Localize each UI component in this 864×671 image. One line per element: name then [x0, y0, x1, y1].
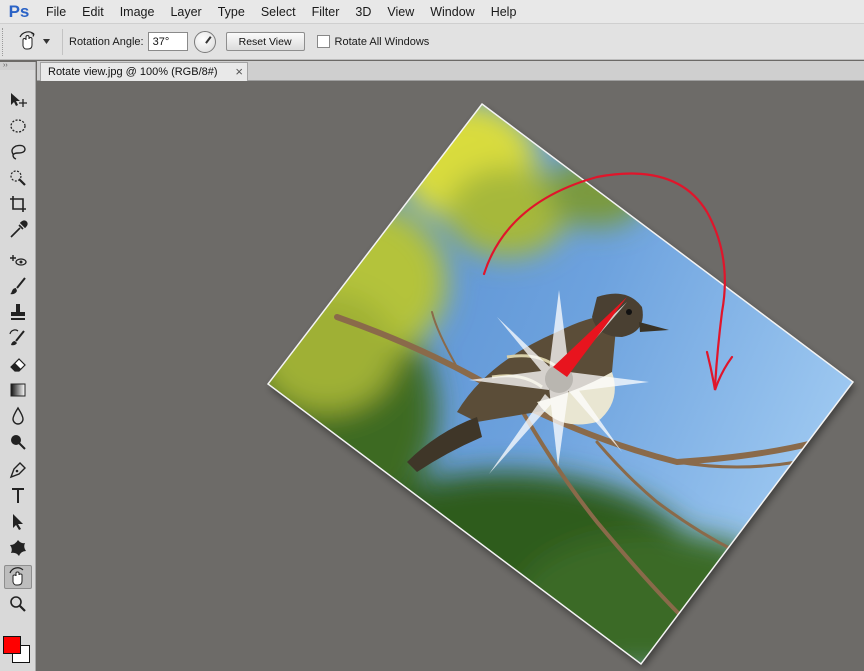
options-separator: [62, 28, 63, 55]
stamp-icon: [11, 304, 25, 320]
eraser-icon: [10, 358, 26, 372]
brush-tool[interactable]: [4, 274, 32, 298]
eraser-tool[interactable]: [4, 352, 32, 376]
rotate-view-icon: [9, 567, 24, 586]
history-brush-icon: [9, 329, 25, 346]
menu-type[interactable]: Type: [210, 0, 253, 24]
menu-3d[interactable]: 3D: [347, 0, 379, 24]
document-tab[interactable]: Rotate view.jpg @ 100% (RGB/8#) ×: [40, 62, 248, 81]
blur-icon: [12, 406, 24, 425]
toolbox-collapse-handle[interactable]: ››: [0, 62, 35, 70]
options-bar: Rotation Angle: Reset View Rotate All Wi…: [0, 24, 864, 60]
photoshop-logo: Ps: [8, 1, 30, 21]
crop-icon: [10, 196, 26, 212]
eyedropper-icon: [10, 220, 28, 238]
chevron-down-icon: [42, 38, 50, 44]
tool-preset-picker[interactable]: [10, 28, 56, 56]
photo-content: [268, 104, 853, 664]
dodge-icon: [11, 435, 26, 450]
dodge-tool[interactable]: [4, 430, 32, 454]
rotation-angle-input[interactable]: [147, 32, 188, 51]
healing-icon: [10, 255, 27, 266]
type-icon: [12, 488, 24, 503]
menu-select[interactable]: Select: [253, 0, 304, 24]
move-tool[interactable]: [4, 88, 32, 112]
lasso-icon: [11, 144, 26, 160]
shape-tool[interactable]: [4, 536, 32, 560]
type-tool[interactable]: [4, 484, 32, 508]
document-tab-strip: Rotate view.jpg @ 100% (RGB/8#) ×: [37, 61, 864, 81]
gradient-tool[interactable]: [4, 378, 32, 402]
eyedropper-tool[interactable]: [4, 218, 32, 242]
move-icon: [11, 93, 27, 107]
options-bar-grip[interactable]: [2, 27, 10, 56]
zoom-tool[interactable]: [4, 592, 32, 616]
menu-view[interactable]: View: [379, 0, 422, 24]
foreground-color-swatch[interactable]: [3, 636, 21, 654]
rotate-all-windows-label: Rotate All Windows: [334, 35, 430, 48]
menu-image[interactable]: Image: [112, 0, 163, 24]
blur-tool[interactable]: [4, 404, 32, 428]
rotate-view-icon: [18, 30, 35, 49]
brush-icon: [10, 277, 26, 295]
stamp-tool[interactable]: [4, 300, 32, 324]
marquee-tool[interactable]: [4, 114, 32, 138]
rotation-angle-label: Rotation Angle:: [69, 35, 144, 48]
marquee-icon: [10, 119, 26, 133]
menu-filter[interactable]: Filter: [304, 0, 348, 24]
path-select-icon: [13, 514, 23, 530]
menu-window[interactable]: Window: [422, 0, 482, 24]
zoom-icon: [10, 596, 26, 612]
quick-select-tool[interactable]: [4, 166, 32, 190]
menu-layer[interactable]: Layer: [162, 0, 209, 24]
rotated-photo[interactable]: [37, 82, 864, 671]
pen-tool[interactable]: [4, 458, 32, 482]
dial-needle: [204, 35, 211, 43]
menu-help[interactable]: Help: [483, 0, 525, 24]
rotation-angle-dial[interactable]: [193, 30, 216, 53]
rotate-all-windows-checkbox[interactable]: [316, 35, 330, 48]
close-icon[interactable]: ×: [235, 64, 243, 79]
history-brush-tool[interactable]: [4, 326, 32, 350]
menu-bar: Ps File Edit Image Layer Type Select Fil…: [0, 0, 864, 24]
reset-view-button[interactable]: Reset View: [225, 32, 305, 51]
menu-edit[interactable]: Edit: [74, 0, 112, 24]
path-select-tool[interactable]: [4, 510, 32, 534]
menu-file[interactable]: File: [38, 0, 74, 24]
gradient-icon: [10, 383, 26, 397]
quick-select-icon: [10, 170, 26, 186]
lasso-tool[interactable]: [4, 140, 32, 164]
crop-tool[interactable]: [4, 192, 32, 216]
shape-icon: [10, 540, 26, 556]
pen-icon: [9, 462, 26, 479]
rotate-view-tool[interactable]: [4, 565, 32, 589]
toolbox: ››: [0, 62, 36, 671]
document-tab-title: Rotate view.jpg @ 100% (RGB/8#): [48, 66, 218, 78]
document-canvas[interactable]: [37, 82, 864, 671]
healing-tool[interactable]: [4, 248, 32, 272]
